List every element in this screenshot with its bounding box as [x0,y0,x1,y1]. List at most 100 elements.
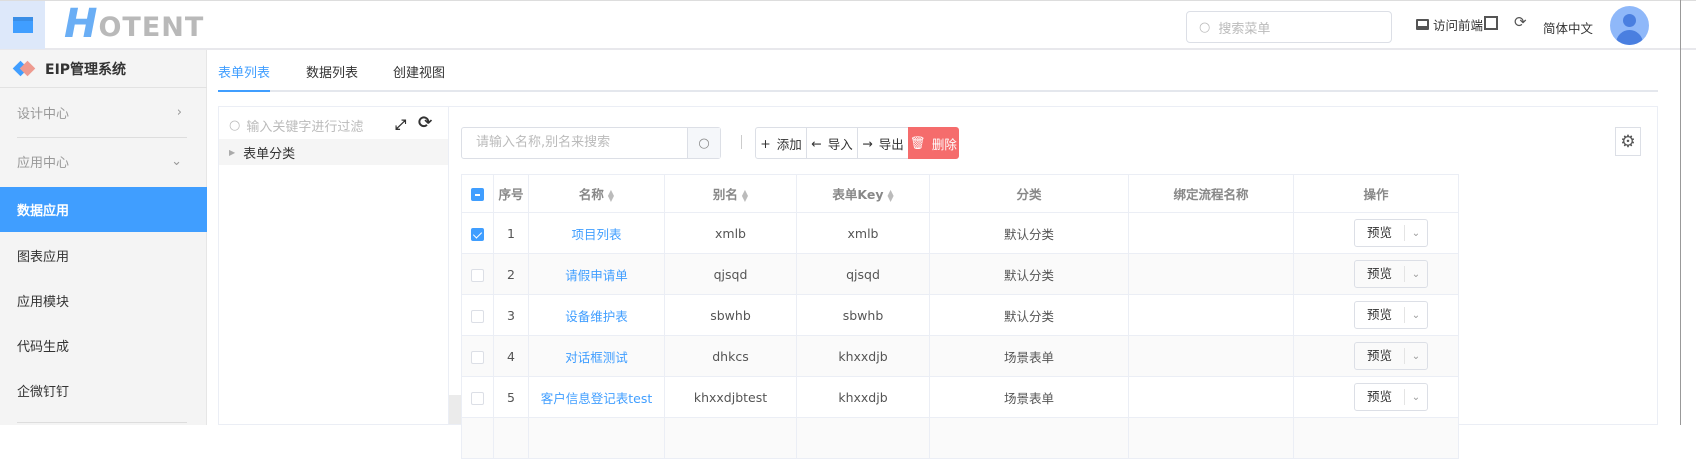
cell-category: 场景表单 [929,376,1129,418]
sidebar-item-data-app[interactable]: 数据应用 [0,187,207,232]
form-name-link[interactable]: 项目列表 [571,227,621,242]
refresh-icon[interactable]: ⟳ [1514,13,1527,31]
preview-button[interactable]: 预览 [1355,348,1405,364]
add-button[interactable]: + 添加 [755,127,807,159]
search-icon: ○ [229,117,241,133]
chevron-down-icon[interactable]: ⌄ [1405,310,1427,321]
col-header-alias[interactable]: 别名 ▲ ▼ [664,174,797,213]
col-header-flow: 绑定流程名称 [1128,174,1294,213]
sidebar-item-chart-app[interactable]: 图表应用 [0,233,207,278]
form-name-link[interactable]: 客户信息登记表test [541,391,653,406]
cell-actions: 预览 ⌄ [1293,376,1459,418]
cell-category: 默认分类 [929,212,1129,254]
monitor-icon [1416,19,1429,30]
tree-filter-input[interactable]: ○ 输入关键字进行过滤 [229,113,379,137]
preview-split-button[interactable]: 预览 ⌄ [1354,342,1428,370]
row-checkbox[interactable] [461,212,494,254]
export-button[interactable]: → 导出 [857,127,909,159]
cell-key: qjsqd [796,253,930,295]
preview-split-button[interactable]: 预览 ⌄ [1354,260,1428,288]
menu-search-input[interactable]: ○ 搜索菜单 [1186,11,1392,43]
tab-data-list[interactable]: 数据列表 [306,62,358,92]
expand-icon[interactable]: ⤢ [395,117,406,133]
cell-no: 2 [493,253,529,295]
sidebar-item-label: 代码生成 [17,340,70,355]
preview-split-button[interactable]: 预览 ⌄ [1354,301,1428,329]
sidebar-item-app-module[interactable]: 应用模块 [0,278,207,323]
chevron-down-icon[interactable]: ⌄ [1405,392,1427,403]
chevron-down-icon: ⌄ [171,154,182,169]
arrow-right-icon: → [862,135,873,151]
trash-icon: 🗑 [910,135,926,150]
preview-button[interactable]: 预览 [1355,389,1405,405]
search-button[interactable]: ○ [687,128,720,158]
row-checkbox[interactable] [461,253,494,295]
cell-actions: 预览 ⌄ [1293,335,1459,377]
fullscreen-icon[interactable] [1484,16,1498,30]
add-label: 添加 [776,136,802,152]
top-header: H OTENT ○ 搜索菜单 访问前端 ⟳ 简体中文 [0,0,1696,50]
cell-alias: xmlb [664,212,797,254]
delete-button[interactable]: 🗑 删除 [908,127,959,159]
sidebar-title-text: EIP管理系统 [45,61,127,78]
row-checkbox[interactable] [461,335,494,377]
sidebar-item-code-gen[interactable]: 代码生成 [0,323,207,368]
select-all-checkbox[interactable] [461,174,494,213]
header-label: 表单Key [832,187,884,202]
col-header-key[interactable]: 表单Key ▲ ▼ [796,174,930,213]
tab-create-view[interactable]: 创建视图 [393,62,445,92]
divider [17,422,187,423]
preview-split-button[interactable]: 预览 ⌄ [1354,383,1428,411]
tab-form-list[interactable]: 表单列表 [218,62,271,92]
gear-icon[interactable]: ⚙ [1615,127,1641,156]
menu-toggle-icon[interactable] [0,1,45,49]
scrollbar[interactable] [1680,0,1681,425]
import-button[interactable]: ← 导入 [806,127,858,159]
row-checkbox[interactable] [461,376,494,418]
chevron-down-icon[interactable]: ⌄ [1405,269,1427,280]
header-label: 名称 [578,187,604,202]
form-name-link[interactable]: 设备维护表 [565,309,628,324]
cell-actions: 预览 ⌄ [1293,294,1459,336]
table-row: 4 对话框测试 dhkcs khxxdjb 场景表单 预览 ⌄ [461,335,1592,377]
form-name-link[interactable]: 对话框测试 [565,350,628,365]
menu-search-placeholder: 搜索菜单 [1218,21,1271,37]
cell-key: khxxdjb [796,335,930,377]
col-header-name[interactable]: 名称 ▲ ▼ [528,174,665,213]
sort-icon[interactable]: ▲ ▼ [608,188,614,202]
preview-button[interactable]: 预览 [1355,225,1405,241]
chevron-down-icon[interactable]: ⌄ [1405,228,1427,239]
cell-key: sbwhb [796,294,930,336]
cell-key: xmlb [796,212,930,254]
cell-actions: 预览 ⌄ [1293,212,1459,254]
chevron-down-icon[interactable]: ⌄ [1405,351,1427,362]
form-search-input[interactable]: 请输入名称,别名来搜索 ○ [461,127,721,159]
export-label: 导出 [878,136,904,152]
cell-no: 4 [493,335,529,377]
visit-frontend-button[interactable]: 访问前端 [1416,15,1483,34]
sidebar-item-wecom-dingtalk[interactable]: 企微钉钉 [0,368,207,413]
sort-icon[interactable]: ▲ ▼ [742,188,748,202]
tree-node-form-category[interactable]: ▶ 表单分类 [219,139,448,165]
sidebar-title: EIP管理系统 [0,50,207,88]
cell-flow [1128,376,1294,418]
cell-name: 对话框测试 [528,335,665,377]
caret-right-icon: ▶ [229,147,236,157]
table-row [461,417,1592,459]
sidebar-item-app-center[interactable]: 应用中心 ⌄ [0,139,207,184]
cell-no: 3 [493,294,529,336]
language-switch[interactable]: 简体中文 [1543,18,1593,37]
preview-split-button[interactable]: 预览 ⌄ [1354,219,1428,247]
sidebar-item-design-center[interactable]: 设计中心 › [0,90,207,135]
preview-button[interactable]: 预览 [1355,266,1405,282]
logo: H OTENT [64,1,205,47]
preview-button[interactable]: 预览 [1355,307,1405,323]
sort-icon[interactable]: ▲ ▼ [887,188,893,202]
cell-category: 默认分类 [929,294,1129,336]
tree-node-label: 表单分类 [243,146,296,162]
row-checkbox[interactable] [461,294,494,336]
brand-icon [12,60,36,77]
refresh-icon[interactable]: ⟳ [418,113,432,133]
avatar[interactable] [1610,6,1649,45]
form-name-link[interactable]: 请假申请单 [565,268,628,283]
